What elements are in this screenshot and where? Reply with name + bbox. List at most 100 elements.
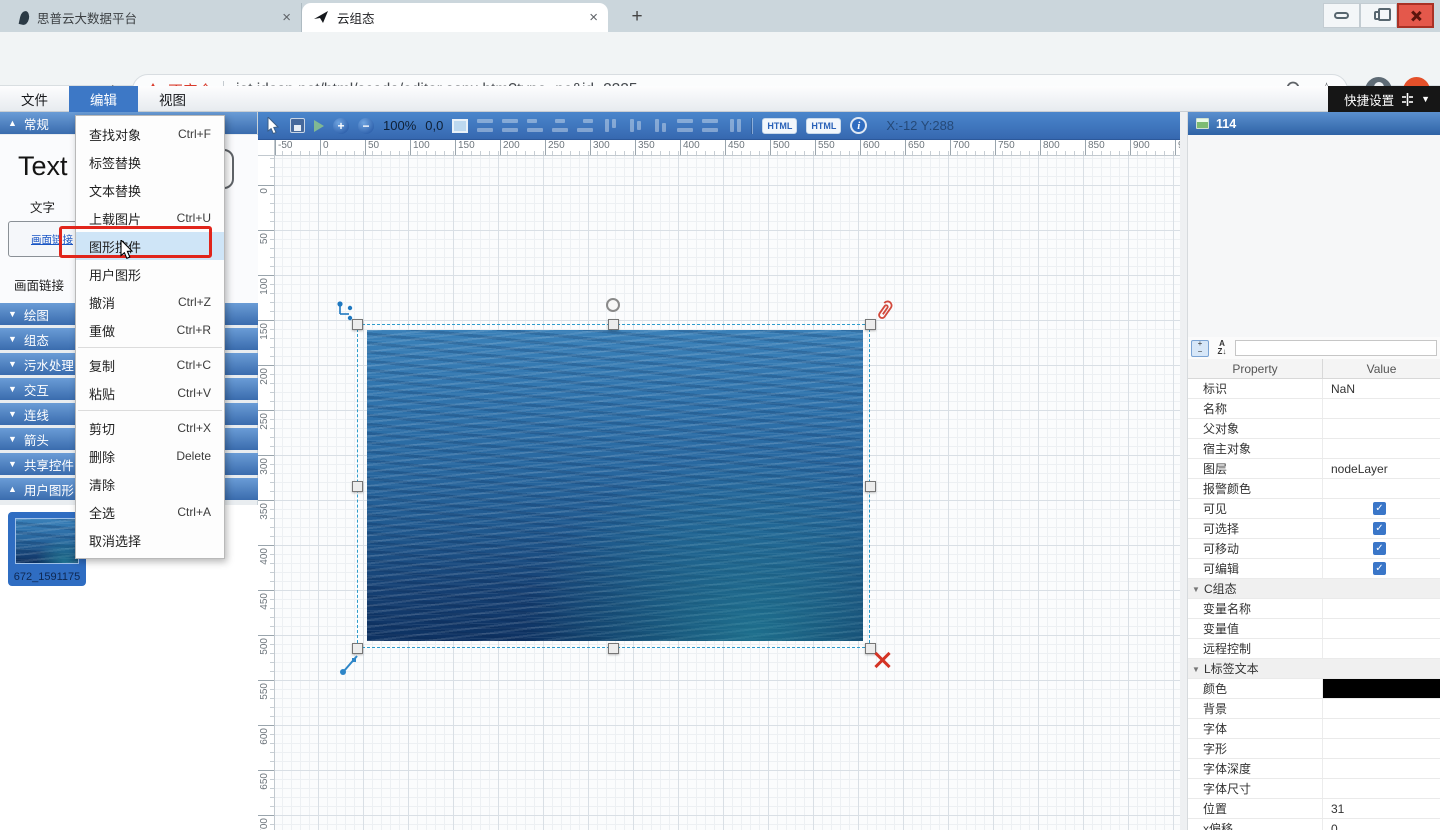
- property-value[interactable]: [1323, 759, 1440, 778]
- draw-line-handle-icon[interactable]: [338, 650, 362, 676]
- select-pointer-icon[interactable]: [267, 117, 281, 134]
- property-value[interactable]: [1323, 439, 1440, 458]
- same-width-icon[interactable]: [677, 119, 693, 132]
- property-value[interactable]: nodeLayer: [1323, 459, 1440, 478]
- property-value[interactable]: [1323, 739, 1440, 758]
- property-value[interactable]: 31: [1323, 799, 1440, 818]
- checkbox-checked[interactable]: [1373, 562, 1386, 575]
- resize-handle-n[interactable]: [608, 319, 619, 330]
- checkbox-checked[interactable]: [1373, 502, 1386, 515]
- text-component-preview[interactable]: Text: [18, 151, 68, 182]
- run-preview-icon[interactable]: [314, 120, 324, 132]
- menu-item[interactable]: 文本替换: [76, 176, 224, 204]
- menu-item[interactable]: 全选 Ctrl+A: [76, 498, 224, 526]
- menubar-item[interactable]: 编辑: [69, 86, 138, 112]
- menu-item[interactable]: 粘贴 Ctrl+V: [76, 379, 224, 407]
- tab1-close-icon[interactable]: ×: [282, 10, 291, 25]
- property-value[interactable]: [1323, 559, 1440, 578]
- align-right-icon[interactable]: [577, 119, 593, 132]
- page-settings-icon[interactable]: [452, 119, 468, 133]
- menu-item[interactable]: 删除 Delete: [76, 442, 224, 470]
- close-button[interactable]: [1397, 3, 1434, 28]
- resize-handle-s[interactable]: [608, 643, 619, 654]
- save-icon[interactable]: [290, 118, 305, 133]
- group-collapse-icon[interactable]: ▼: [1192, 665, 1200, 674]
- same-height-icon[interactable]: [702, 119, 718, 132]
- property-row: 颜色: [1188, 679, 1440, 699]
- menu-item[interactable]: 撤消 Ctrl+Z: [76, 288, 224, 316]
- browser-tab-inactive[interactable]: 思普云大数据平台 ×: [8, 3, 302, 32]
- connect-node-icon[interactable]: [336, 300, 356, 322]
- menu-item[interactable]: 清除: [76, 470, 224, 498]
- menu-item[interactable]: 用户图形: [76, 260, 224, 288]
- align-middle-icon[interactable]: [627, 119, 643, 132]
- ungroup-icon[interactable]: [502, 119, 518, 132]
- menu-item[interactable]: 复制 Ctrl+C: [76, 351, 224, 379]
- import-html-icon[interactable]: HTML: [806, 118, 841, 134]
- tab2-favicon: [314, 11, 329, 24]
- sort-az-icon[interactable]: [1213, 340, 1231, 357]
- property-value[interactable]: [1323, 419, 1440, 438]
- menu-item[interactable]: 剪切 Ctrl+X: [76, 414, 224, 442]
- menu-item[interactable]: 取消选择: [76, 526, 224, 554]
- align-left-icon[interactable]: [527, 119, 543, 132]
- categorize-icon[interactable]: +−: [1191, 340, 1209, 357]
- menubar-item[interactable]: 文件: [0, 86, 69, 112]
- property-value[interactable]: [1323, 659, 1440, 678]
- property-value[interactable]: [1323, 699, 1440, 718]
- property-value[interactable]: [1323, 719, 1440, 738]
- resize-handle-w[interactable]: [352, 481, 363, 492]
- quick-settings[interactable]: 快捷设置 ▼: [1328, 86, 1440, 112]
- property-value[interactable]: [1323, 579, 1440, 598]
- export-html-icon[interactable]: HTML: [762, 118, 797, 134]
- zoom-out-icon[interactable]: −: [358, 118, 374, 134]
- panel-splitter[interactable]: [1180, 112, 1188, 830]
- property-value[interactable]: NaN: [1323, 379, 1440, 398]
- restore-button[interactable]: [1360, 3, 1397, 28]
- chevron-down-icon[interactable]: ▼: [1421, 94, 1430, 104]
- property-value[interactable]: [1323, 639, 1440, 658]
- distribute-icon[interactable]: [727, 119, 743, 132]
- menu-item[interactable]: 重做 Ctrl+R: [76, 316, 224, 344]
- property-value[interactable]: 0: [1323, 819, 1440, 830]
- property-value[interactable]: [1323, 619, 1440, 638]
- app-menubar: 文件 编辑 视图: [0, 86, 1440, 112]
- ruler-tick: 650: [258, 770, 274, 815]
- checkbox-checked[interactable]: [1373, 542, 1386, 555]
- group-icon[interactable]: [477, 119, 493, 132]
- dock-icon[interactable]: [1401, 93, 1414, 106]
- align-bottom-icon[interactable]: [652, 119, 668, 132]
- menu-item[interactable]: 标签替换: [76, 148, 224, 176]
- property-value[interactable]: [1323, 679, 1440, 698]
- horizontal-ruler: -500501001502002503003504004505005506006…: [275, 140, 1180, 156]
- resize-handle-e[interactable]: [865, 481, 876, 492]
- ruler-tick: 50: [258, 230, 274, 275]
- property-filter-input[interactable]: [1235, 340, 1437, 356]
- menubar-item[interactable]: 视图: [138, 86, 207, 112]
- property-value[interactable]: [1323, 599, 1440, 618]
- rotate-handle[interactable]: [606, 298, 620, 312]
- align-top-icon[interactable]: [602, 119, 618, 132]
- new-tab-button[interactable]: +: [624, 4, 650, 30]
- zoom-in-icon[interactable]: +: [333, 118, 349, 134]
- paperclip-attach-icon[interactable]: [872, 300, 894, 324]
- minimize-button[interactable]: [1323, 3, 1360, 28]
- browser-tab-active[interactable]: 云组态 ×: [302, 3, 608, 32]
- delete-x-icon[interactable]: [873, 650, 891, 668]
- color-swatch[interactable]: [1323, 679, 1440, 698]
- property-name: 位置: [1188, 799, 1323, 818]
- ruler-tick: 250: [258, 410, 274, 455]
- align-center-icon[interactable]: [552, 119, 568, 132]
- tab2-close-icon[interactable]: ×: [589, 10, 598, 25]
- property-value[interactable]: [1323, 399, 1440, 418]
- property-value[interactable]: [1323, 539, 1440, 558]
- property-value[interactable]: [1323, 499, 1440, 518]
- group-collapse-icon[interactable]: ▼: [1192, 585, 1200, 594]
- info-icon[interactable]: i: [850, 117, 867, 134]
- checkbox-checked[interactable]: [1373, 522, 1386, 535]
- menu-item[interactable]: 查找对象 Ctrl+F: [76, 120, 224, 148]
- property-value[interactable]: [1323, 779, 1440, 798]
- property-value[interactable]: [1323, 479, 1440, 498]
- property-value[interactable]: [1323, 519, 1440, 538]
- object-tree[interactable]: [1188, 135, 1440, 348]
